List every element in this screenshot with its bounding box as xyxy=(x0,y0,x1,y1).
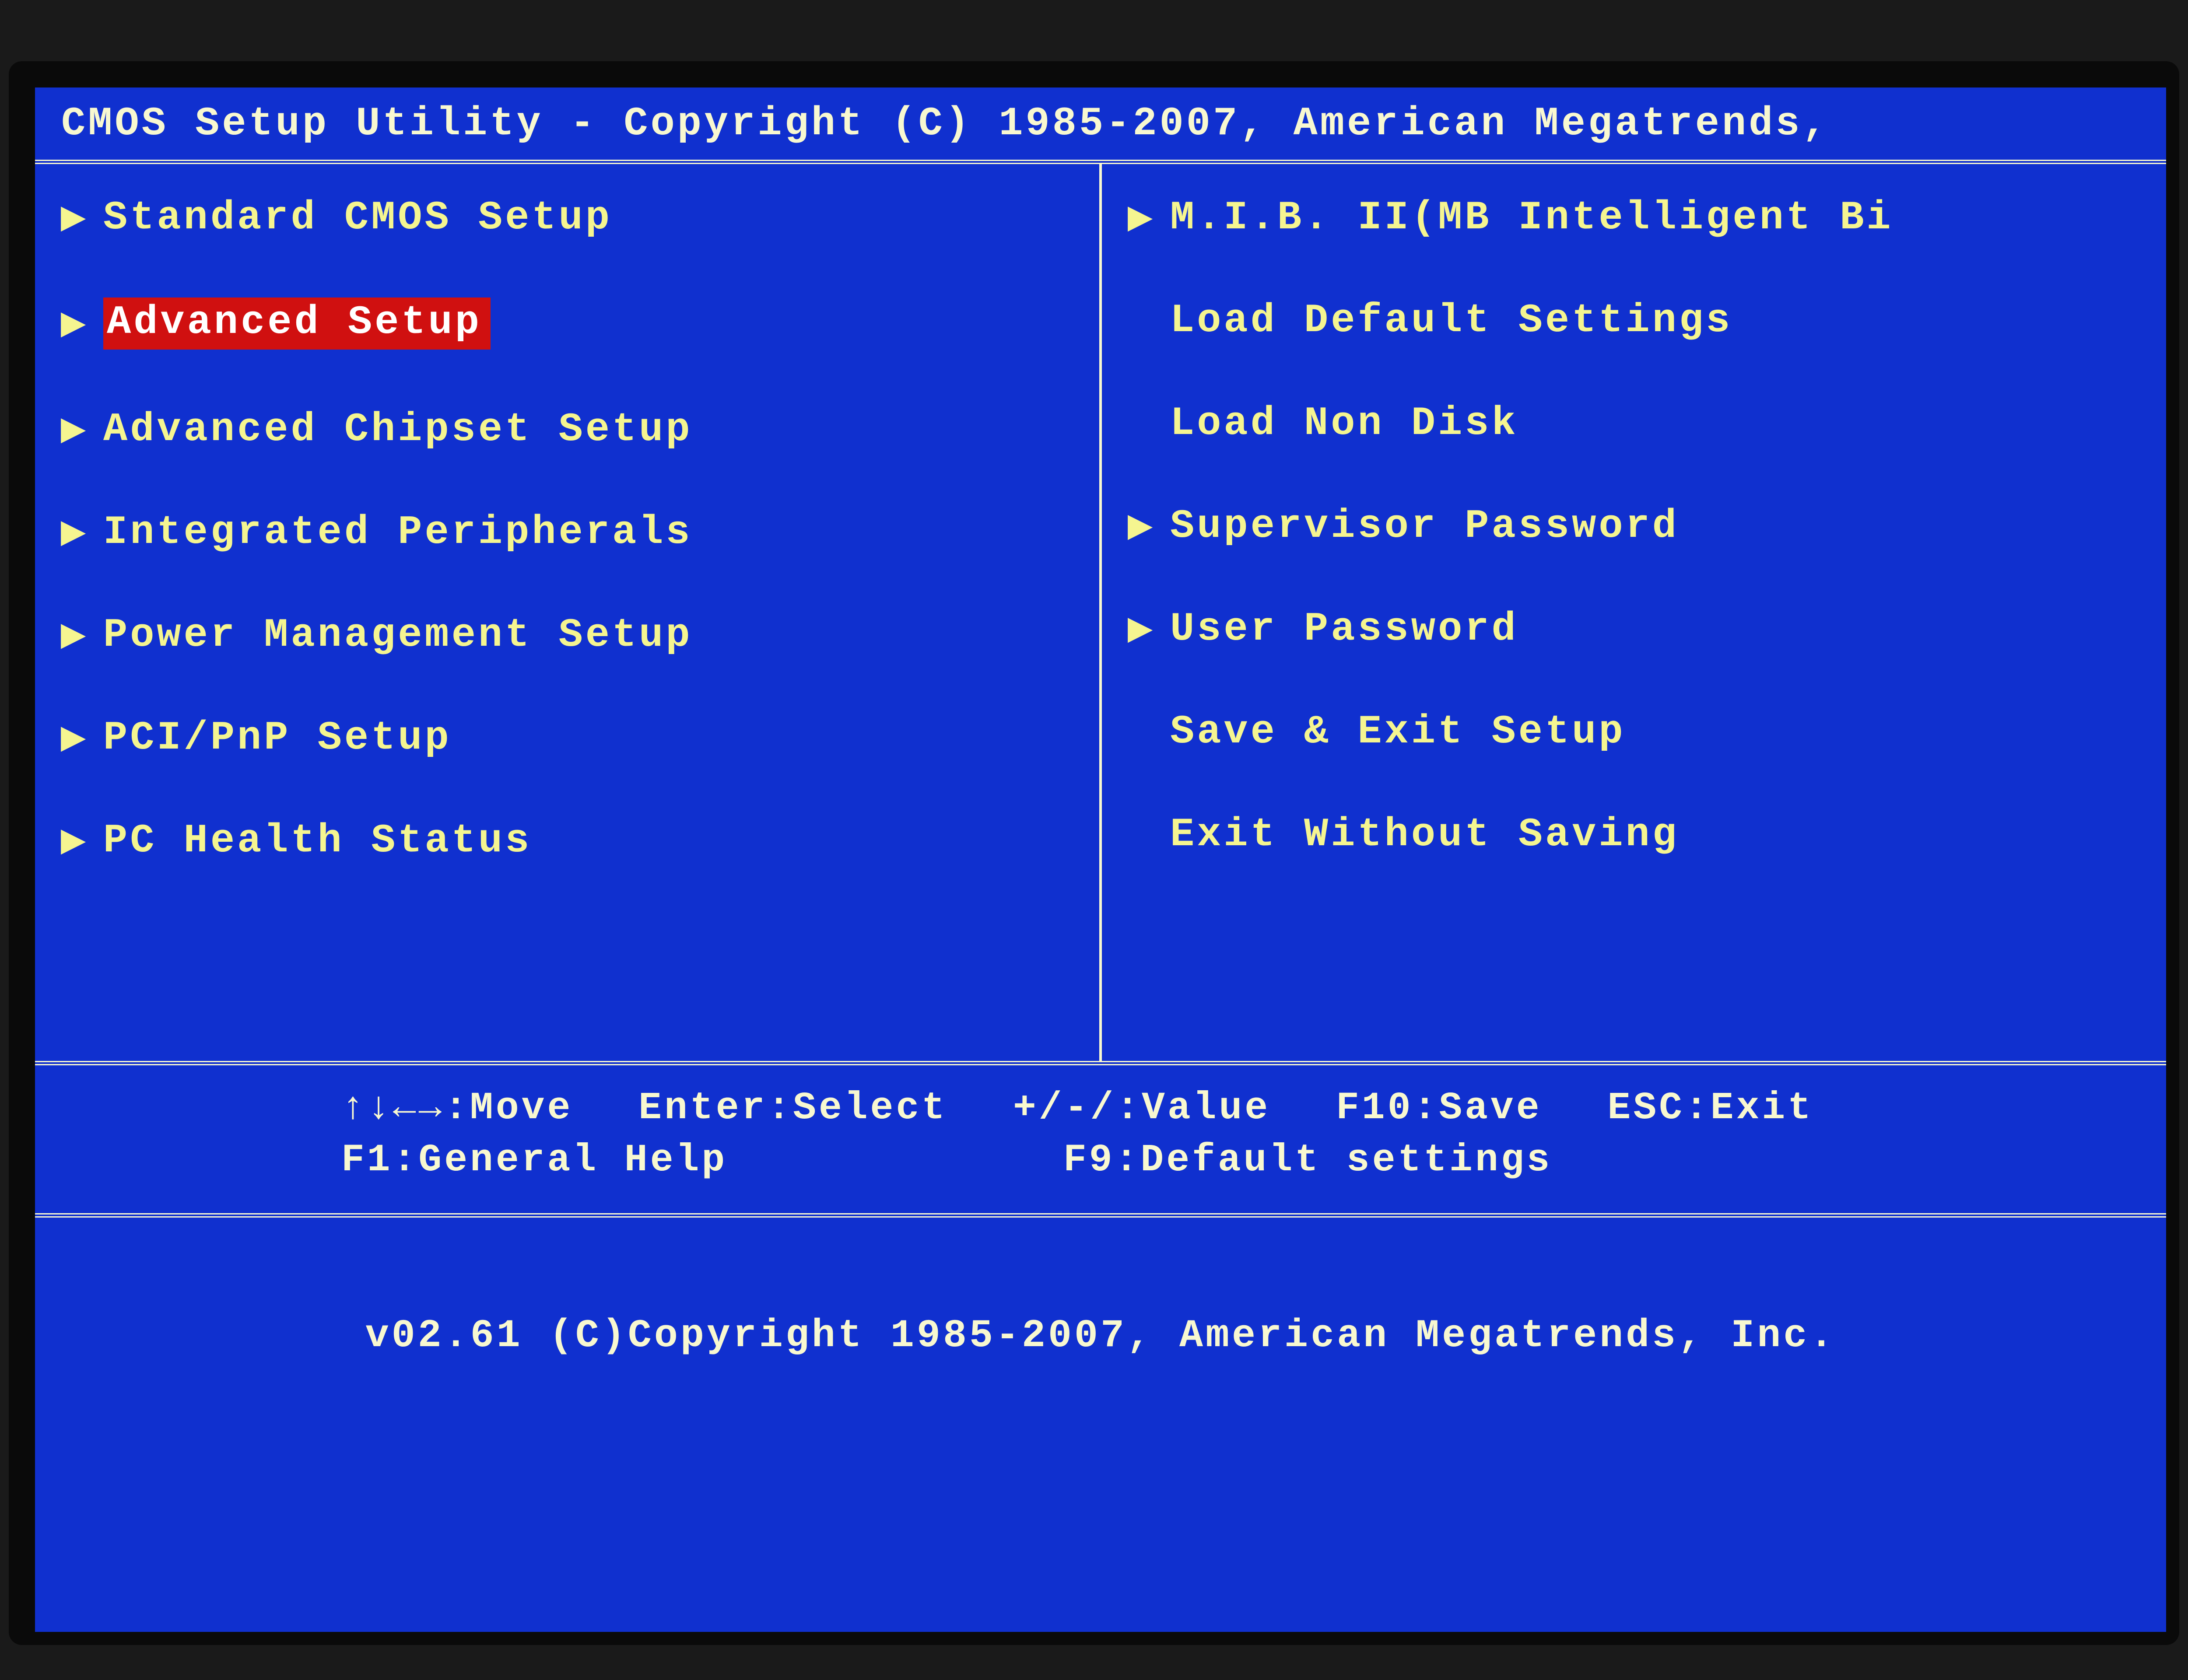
menu-item[interactable]: ▶ M.I.B. II(MB Intelligent Bi xyxy=(1128,195,2149,241)
help-save: F10:Save xyxy=(1336,1083,1542,1135)
help-value: +/-/:Value xyxy=(1013,1083,1270,1135)
menu-item[interactable]: ▶ PC Health Status xyxy=(61,818,1082,864)
menu-item[interactable]: ▶ PCI/PnP Setup xyxy=(61,715,1082,761)
triangle-icon: ▶ xyxy=(61,304,86,343)
menu-item[interactable]: ▶ User Password xyxy=(1128,606,2149,652)
menu-item[interactable]: ▶Load Default Settings xyxy=(1128,298,2149,343)
triangle-icon: ▶ xyxy=(61,410,86,448)
footer-copyright: v02.61 (C)Copyright 1985-2007, American … xyxy=(35,1218,2166,1376)
menu-item[interactable]: ▶ Integrated Peripherals xyxy=(61,509,1082,555)
triangle-icon: ▶ xyxy=(1128,507,1153,545)
menu-item-label: Advanced Chipset Setup xyxy=(103,406,693,452)
menu-item-label: Integrated Peripherals xyxy=(103,509,693,555)
menu-column-left: ▶ Standard CMOS Setup ▶ Advanced Setup ▶ Adva… xyxy=(35,164,1102,1061)
menu-item-label: Standard CMOS Setup xyxy=(103,195,612,241)
menu-item-label: PC Health Status xyxy=(103,818,532,864)
title-text: CMOS Setup Utility - Copyright (C) 1985-… xyxy=(61,101,1829,147)
menu-item-label: Power Management Setup xyxy=(103,612,693,658)
triangle-icon: ▶ xyxy=(61,719,86,757)
triangle-icon: ▶ xyxy=(1128,610,1153,648)
help-select: Enter:Select xyxy=(638,1083,947,1135)
triangle-icon: ▶ xyxy=(1128,199,1153,237)
menu-item[interactable]: ▶ Advanced Chipset Setup xyxy=(61,406,1082,452)
help-default: F9:Default settings xyxy=(1063,1135,1552,1187)
bios-screen: CMOS Setup Utility - Copyright (C) 1985-… xyxy=(35,88,2166,1632)
menu-item-label: Advanced Setup xyxy=(103,298,491,350)
menu-column-right: ▶M.I.B. II(MB Intelligent Bi▶Load Defaul… xyxy=(1102,164,2166,1061)
menu-item[interactable]: ▶ Standard CMOS Setup xyxy=(61,195,1082,241)
menu-item-label: PCI/PnP Setup xyxy=(103,715,452,761)
menu-item-label: Exit Without Saving xyxy=(1170,812,1679,858)
main-menu-box: ▶ Standard CMOS Setup ▶ Advanced Setup ▶ Adva… xyxy=(35,160,2166,1065)
menu-item-label: Load Non Disk xyxy=(1170,400,1518,446)
monitor-bezel: CMOS Setup Utility - Copyright (C) 1985-… xyxy=(9,61,2179,1645)
triangle-icon: ▶ xyxy=(61,513,86,551)
menu-item[interactable]: ▶Load Non Disk xyxy=(1128,400,2149,446)
help-general: F1:General Help xyxy=(341,1135,998,1187)
menu-item-label: Load Default Settings xyxy=(1170,298,1732,343)
title-bar: CMOS Setup Utility - Copyright (C) 1985-… xyxy=(35,88,2166,160)
menu-item-label: User Password xyxy=(1170,606,1518,652)
menu-item[interactable]: ▶Save & Exit Setup xyxy=(1128,709,2149,755)
help-move: ↑↓←→:Move xyxy=(341,1083,573,1135)
menu-item[interactable]: ▶ Power Management Setup xyxy=(61,612,1082,658)
menu-item-label: Supervisor Password xyxy=(1170,503,1679,549)
footer-text: v02.61 (C)Copyright 1985-2007, American … xyxy=(365,1314,1836,1358)
menu-item[interactable]: ▶ Advanced Setup xyxy=(61,298,1082,350)
key-help-bar: ↑↓←→:Move Enter:Select +/-/:Value F10:Sa… xyxy=(35,1065,2166,1218)
menu-item-label: Save & Exit Setup xyxy=(1170,709,1626,755)
menu-item-label: M.I.B. II(MB Intelligent Bi xyxy=(1170,195,1893,241)
menu-item[interactable]: ▶Exit Without Saving xyxy=(1128,812,2149,858)
triangle-icon: ▶ xyxy=(61,199,86,237)
help-exit: ESC:Exit xyxy=(1608,1083,1813,1135)
triangle-icon: ▶ xyxy=(61,616,86,654)
triangle-icon: ▶ xyxy=(61,822,86,860)
menu-item[interactable]: ▶ Supervisor Password xyxy=(1128,503,2149,549)
